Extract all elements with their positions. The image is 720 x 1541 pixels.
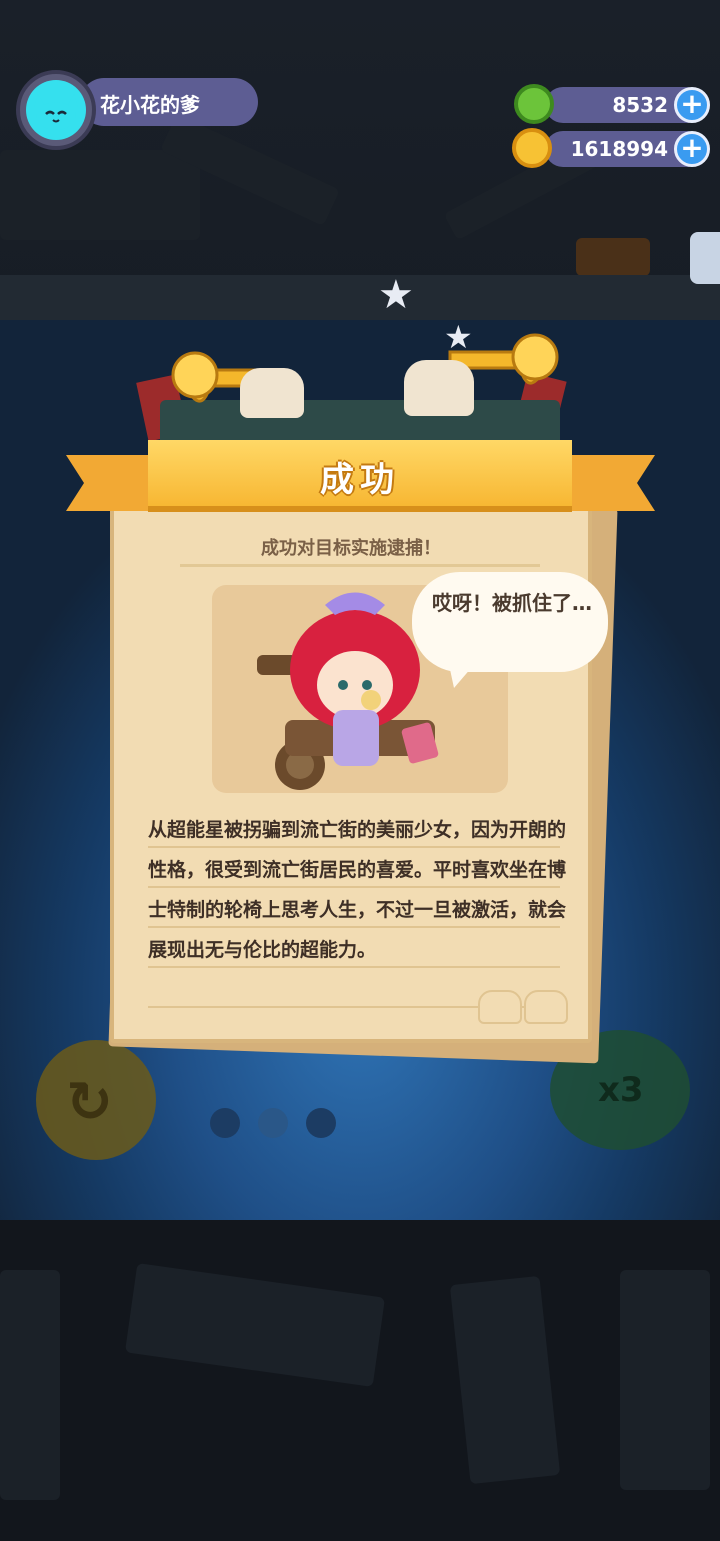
cat-stamp-icon	[524, 990, 568, 1024]
page-dot	[258, 1108, 288, 1138]
add-coins-button[interactable]: +	[674, 131, 710, 167]
add-gems-button[interactable]: +	[674, 87, 710, 123]
speech-bubble	[412, 572, 608, 672]
speed-label: x3	[598, 1070, 644, 1110]
cat-face-icon	[34, 94, 78, 130]
gem-count: 8532	[612, 93, 668, 117]
coin-count: 1618994	[570, 137, 668, 161]
page-dot	[306, 1108, 336, 1138]
background-book	[620, 1270, 710, 1490]
background-books	[0, 150, 200, 240]
result-subtitle: 成功对目标实施逮捕！	[261, 538, 441, 559]
divider	[180, 564, 540, 567]
cat-musician	[240, 368, 304, 418]
result-title: 成功	[320, 460, 400, 500]
background-shelf	[0, 275, 720, 325]
speech-text: 哎呀！被抓住了…	[432, 591, 592, 615]
undo-icon: ↻	[66, 1070, 113, 1135]
page-dot	[210, 1108, 240, 1138]
gold-coin-icon	[512, 128, 552, 168]
character-description: 从超能星被拐骗到流亡街的美丽少女，因为开朗的性格，很受到流亡街居民的喜爱。平时喜…	[148, 819, 567, 961]
side-clip-tab[interactable]	[690, 232, 720, 284]
background-box	[576, 238, 650, 276]
star-icon: ★	[378, 272, 414, 318]
cat-stamp-icon	[478, 990, 522, 1024]
player-name: 花小花的爹	[100, 93, 200, 117]
cat-musician	[404, 360, 474, 416]
background-book	[0, 1270, 60, 1500]
avatar[interactable]	[26, 80, 86, 140]
